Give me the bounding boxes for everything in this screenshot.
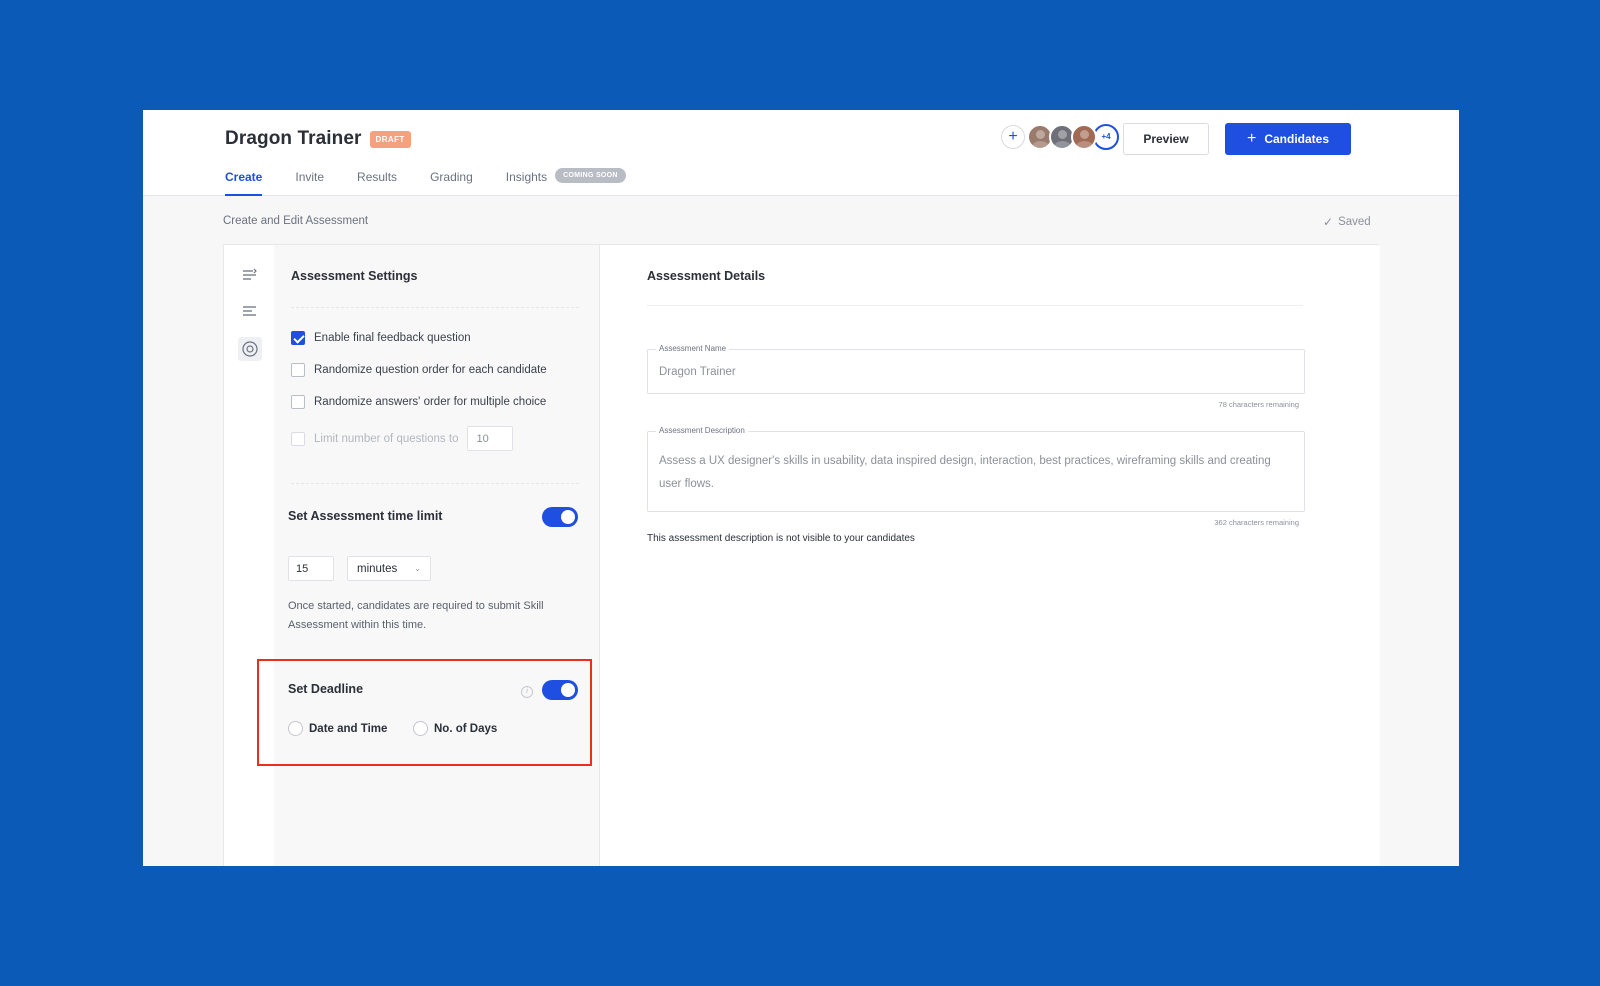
tab-create[interactable]: Create (225, 170, 263, 196)
settings-icon[interactable] (238, 337, 262, 361)
coming-soon-badge: COMING SOON (555, 168, 626, 183)
check-icon: ✓ (1323, 215, 1334, 229)
option-randomize-answers[interactable]: Randomize answers' order for multiple ch… (291, 395, 546, 409)
side-rail (224, 245, 274, 866)
divider (291, 307, 579, 308)
radio-button[interactable] (288, 721, 303, 736)
plus-icon[interactable]: + (1001, 125, 1025, 149)
saved-status: ✓ Saved (1323, 215, 1371, 229)
name-chars-remaining: 78 characters remaining (1218, 400, 1299, 409)
deadline-title: Set Deadline (288, 682, 364, 696)
option-randomize-questions[interactable]: Randomize question order for each candid… (291, 363, 547, 377)
radio-label: Date and Time (309, 722, 388, 735)
field-label: Assessment Name (656, 344, 730, 353)
candidates-button[interactable]: + Candidates (1225, 123, 1351, 155)
radio-label: No. of Days (434, 722, 498, 735)
description-chars-remaining: 362 characters remaining (1214, 518, 1299, 527)
time-limit-toggle[interactable] (542, 507, 578, 527)
option-label: Randomize question order for each candid… (314, 364, 547, 376)
status-badge: DRAFT (369, 130, 411, 148)
checkbox-disabled (291, 431, 305, 446)
preview-button[interactable]: Preview (1123, 123, 1209, 155)
checkbox[interactable] (291, 395, 305, 409)
tab-grading[interactable]: Grading (430, 170, 473, 196)
option-label: Enable final feedback question (314, 332, 471, 344)
assessment-description-value: Assess a UX designer's skills in usabili… (659, 455, 1271, 490)
plus-icon: + (1246, 130, 1257, 147)
app-window: Dragon Trainer DRAFT Create Invite Resul… (143, 110, 1459, 866)
checkbox-checked[interactable] (291, 331, 305, 345)
option-label: Randomize answers' order for multiple ch… (314, 396, 547, 408)
page-header: Dragon Trainer DRAFT Create Invite Resul… (143, 110, 1459, 196)
settings-title: Assessment Settings (291, 269, 418, 283)
time-unit-value: minutes (357, 562, 398, 575)
page-subtitle: Create and Edit Assessment (223, 215, 369, 227)
description-visibility-note: This assessment description is not visib… (647, 533, 915, 544)
deadline-highlight-box (257, 659, 592, 766)
reorder-icon[interactable] (238, 263, 262, 287)
assessment-title: Dragon Trainer (225, 128, 362, 149)
question-limit-input[interactable]: 10 (467, 426, 514, 451)
details-title: Assessment Details (647, 269, 766, 283)
assessment-name-field[interactable]: Assessment Name Dragon Trainer (647, 344, 1305, 394)
time-limit-title: Set Assessment time limit (288, 509, 443, 523)
tab-insights[interactable]: Insights COMING SOON (505, 168, 626, 196)
option-limit-questions: Limit number of questions to 10 (291, 426, 514, 451)
editor-card: Assessment Settings Enable final feedbac… (223, 244, 1380, 866)
tab-bar: Create Invite Results Grading Insights C… (225, 168, 659, 196)
option-final-feedback[interactable]: Enable final feedback question (291, 331, 471, 345)
avatar[interactable] (1071, 124, 1097, 150)
tab-results[interactable]: Results (357, 170, 397, 196)
radio-date-and-time[interactable]: Date and Time (288, 721, 387, 736)
divider (647, 305, 1303, 306)
time-unit-select[interactable]: minutes ⌄ (347, 556, 431, 581)
field-label: Assessment Description (656, 426, 748, 435)
radio-no-of-days[interactable]: No. of Days (413, 721, 497, 736)
radio-button[interactable] (413, 721, 428, 736)
option-label: Limit number of questions to (314, 432, 459, 445)
candidates-button-label: Candidates (1264, 132, 1330, 146)
assessment-name-value: Dragon Trainer (659, 366, 736, 378)
tab-invite[interactable]: Invite (295, 170, 324, 196)
assessment-description-field[interactable]: Assessment Description Assess a UX desig… (647, 426, 1305, 512)
title-row: Dragon Trainer DRAFT (225, 128, 411, 150)
saved-label: Saved (1338, 216, 1371, 228)
divider (291, 483, 579, 484)
deadline-toggle[interactable] (542, 680, 578, 700)
details-panel: Assessment Details Assessment Name Drago… (600, 245, 1380, 866)
checkbox[interactable] (291, 363, 305, 377)
list-icon[interactable] (238, 299, 262, 323)
settings-panel: Assessment Settings Enable final feedbac… (257, 245, 600, 866)
collaborators: + +4 (1001, 124, 1119, 150)
time-limit-helper: Once started, candidates are required to… (288, 600, 544, 631)
info-icon[interactable]: i (521, 686, 533, 698)
tab-insights-label: Insights (505, 170, 548, 184)
chevron-down-icon: ⌄ (414, 564, 421, 573)
time-limit-input[interactable]: 15 (288, 556, 334, 581)
